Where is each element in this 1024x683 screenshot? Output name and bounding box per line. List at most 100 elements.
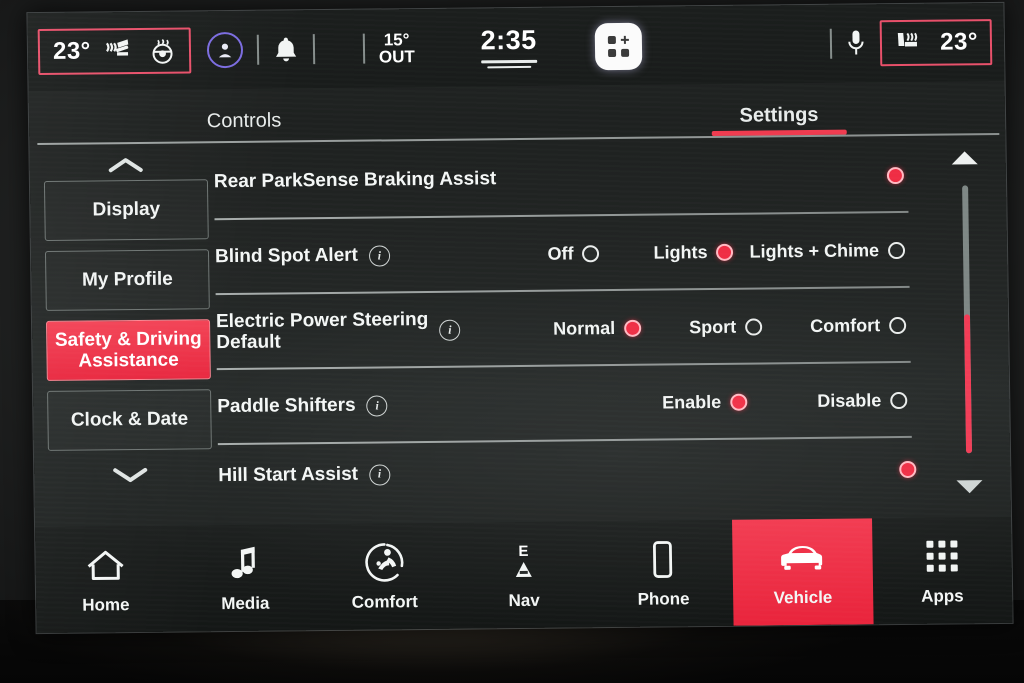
- nav-item-comfort-label: Comfort: [351, 591, 418, 612]
- nav-item-home-label: Home: [82, 594, 130, 615]
- radio-selected[interactable]: [899, 460, 917, 478]
- nav-item-vehicle[interactable]: Vehicle: [732, 518, 874, 626]
- sidebar-item-my-profile[interactable]: My Profile: [44, 249, 210, 311]
- table-row[interactable]: Paddle Shifters i Enable Disable: [217, 363, 918, 446]
- apps-grid-icon: [926, 535, 958, 577]
- nav-item-nav-label: Nav: [508, 590, 540, 610]
- nav-item-phone[interactable]: Phone: [593, 520, 734, 627]
- nav-item-apps[interactable]: Apps: [872, 517, 1013, 624]
- music-note-icon: [227, 542, 262, 584]
- option-label: Disable: [817, 390, 882, 411]
- passenger-temperature[interactable]: 23°: [940, 28, 978, 56]
- chevron-down-icon[interactable]: [42, 459, 218, 491]
- paddle-shifters-option-enable[interactable]: Enable: [662, 391, 748, 414]
- apps-dot: [938, 564, 946, 572]
- blind-spot-option-lights-chime[interactable]: Lights + Chime: [749, 240, 906, 263]
- nav-item-apps-label: Apps: [921, 585, 964, 606]
- rear-parksense-toggle[interactable]: [886, 166, 905, 185]
- sidebar-item-display-label: Display: [92, 199, 161, 221]
- radio-selected[interactable]: [624, 319, 642, 337]
- table-row[interactable]: Blind Spot Alert i Off Lights Lights + C…: [214, 213, 916, 296]
- tab-settings-label: Settings: [739, 103, 819, 127]
- table-row[interactable]: Rear ParkSense Braking Assist: [213, 138, 914, 221]
- rear-parksense-braking-assist-label: Rear ParkSense Braking Assist: [213, 168, 497, 193]
- paddle-shifters-option-disable[interactable]: Disable: [817, 390, 908, 412]
- driver-profile-icon[interactable]: [206, 31, 244, 69]
- table-row[interactable]: Electric Power Steering Default i Normal…: [216, 288, 917, 371]
- apps-dot: [926, 552, 934, 560]
- radio-selected[interactable]: [730, 393, 748, 411]
- radio-unselected[interactable]: [887, 241, 906, 260]
- infotainment-screen: 23° 15° OUT 2:35 23° Controls Settings D…: [27, 2, 1013, 634]
- settings-body: Display My Profile Safety & Driving Assi…: [29, 137, 1011, 527]
- tab-controls[interactable]: Controls: [29, 108, 459, 143]
- climate-seat-icon: [363, 541, 406, 583]
- paddle-shifters-label: Paddle Shifters: [217, 394, 356, 418]
- sidebar-item-clock-date[interactable]: Clock & Date: [47, 389, 212, 451]
- eps-option-sport[interactable]: Sport: [689, 316, 763, 338]
- setting-options: [886, 166, 905, 185]
- grid-dot-3: [620, 48, 629, 57]
- option-label: Sport: [689, 316, 737, 338]
- infotainment-photo: 23° 15° OUT 2:35 23° Controls Settings D…: [0, 0, 1024, 683]
- clock-underline-thick: [480, 59, 537, 63]
- scrollbar-thumb[interactable]: [963, 313, 973, 454]
- settings-scrollbar[interactable]: [930, 151, 1005, 512]
- radio-unselected[interactable]: [889, 316, 907, 335]
- radio-unselected[interactable]: [745, 318, 763, 336]
- clock-widget[interactable]: 2:35: [480, 24, 537, 68]
- eps-option-comfort[interactable]: Comfort: [810, 315, 907, 337]
- heated-steering-wheel-icon[interactable]: [149, 37, 176, 64]
- passenger-heated-seat-icon[interactable]: [894, 30, 922, 56]
- heated-seat-icon[interactable]: [105, 38, 135, 64]
- radio-unselected[interactable]: [890, 391, 908, 410]
- app-grid-icon[interactable]: [594, 22, 643, 70]
- bell-icon[interactable]: [273, 35, 299, 64]
- nav-item-comfort[interactable]: Comfort: [314, 523, 455, 630]
- option-label: Normal: [552, 318, 616, 339]
- option-label: Enable: [662, 391, 722, 413]
- apps-dot: [938, 540, 946, 548]
- info-icon[interactable]: i: [439, 319, 461, 341]
- nav-item-vehicle-label: Vehicle: [773, 587, 833, 607]
- grid-dot-2: [607, 48, 616, 57]
- info-icon[interactable]: i: [368, 245, 391, 267]
- setting-options: Enable Disable: [662, 390, 908, 414]
- sidebar-item-my-profile-label: My Profile: [81, 268, 173, 291]
- hill-start-assist-toggle[interactable]: [899, 460, 917, 478]
- status-divider-4: [829, 28, 833, 59]
- eps-option-normal[interactable]: Normal: [552, 318, 642, 340]
- triangle-up-icon[interactable]: [951, 151, 978, 165]
- radio-selected[interactable]: [716, 243, 734, 261]
- nav-item-media[interactable]: Media: [174, 524, 315, 631]
- microphone-icon[interactable]: [846, 28, 866, 58]
- blind-spot-option-off[interactable]: Off: [547, 243, 600, 265]
- tab-settings[interactable]: Settings: [579, 102, 979, 137]
- blind-spot-alert-label: Blind Spot Alert: [214, 244, 359, 268]
- scrollbar-track[interactable]: [962, 185, 973, 454]
- setting-options: [899, 460, 917, 478]
- chevron-up-icon[interactable]: [37, 149, 213, 181]
- apps-dot: [926, 564, 934, 572]
- phone-icon: [650, 538, 677, 580]
- radio-unselected[interactable]: [582, 245, 600, 263]
- triangle-down-icon[interactable]: [956, 480, 983, 494]
- sidebar-item-safety-driving-assistance[interactable]: Safety & Driving Assistance: [45, 319, 211, 381]
- sidebar-item-display[interactable]: Display: [43, 179, 209, 241]
- status-divider-1: [256, 34, 260, 65]
- blind-spot-option-lights[interactable]: Lights: [653, 242, 734, 264]
- nav-item-phone-label: Phone: [637, 588, 690, 609]
- driver-temperature[interactable]: 23°: [53, 37, 91, 65]
- apps-dot: [950, 564, 958, 572]
- left-climate-highlight-box[interactable]: 23°: [37, 27, 192, 76]
- nav-item-nav[interactable]: E Nav: [453, 521, 594, 628]
- table-row[interactable]: Hill Start Assist i: [218, 438, 919, 507]
- compass-icon: E: [515, 539, 532, 581]
- nav-item-home[interactable]: Home: [35, 526, 176, 633]
- info-icon[interactable]: i: [366, 395, 388, 417]
- apps-dot: [950, 540, 958, 548]
- info-icon[interactable]: i: [368, 463, 391, 486]
- passenger-climate-highlight-box[interactable]: 23°: [879, 19, 993, 67]
- hill-start-assist-label: Hill Start Assist: [218, 463, 359, 486]
- radio-selected[interactable]: [886, 166, 905, 185]
